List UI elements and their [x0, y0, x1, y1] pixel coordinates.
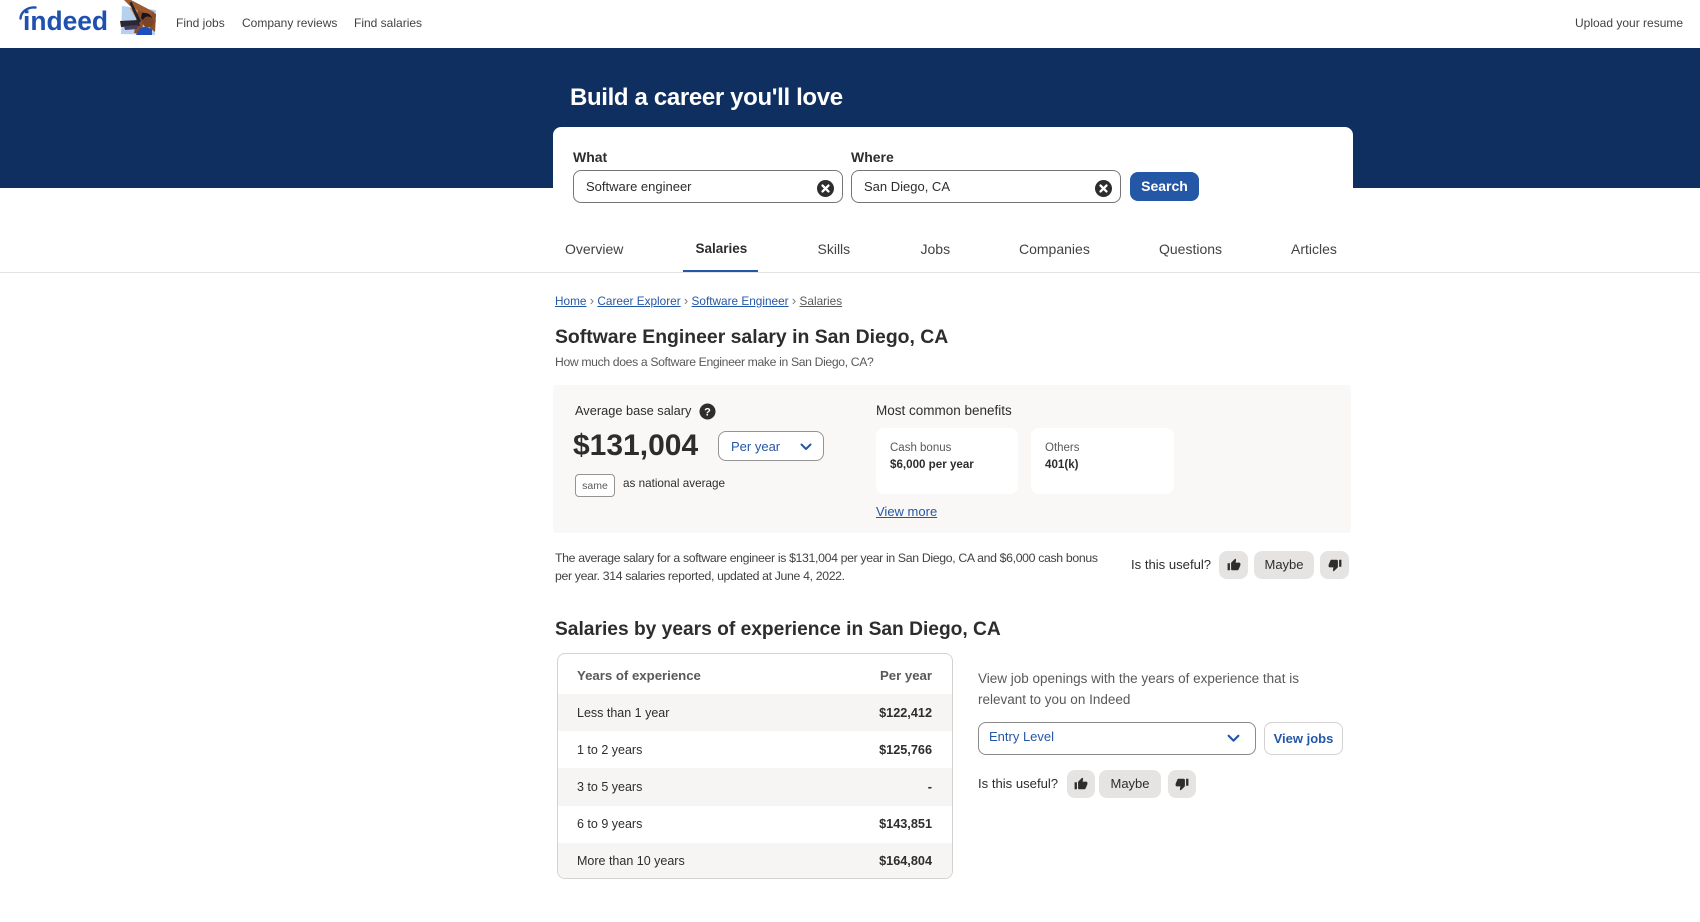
svg-text:?: ?	[704, 407, 711, 419]
svg-text:indeed: indeed	[23, 6, 108, 36]
